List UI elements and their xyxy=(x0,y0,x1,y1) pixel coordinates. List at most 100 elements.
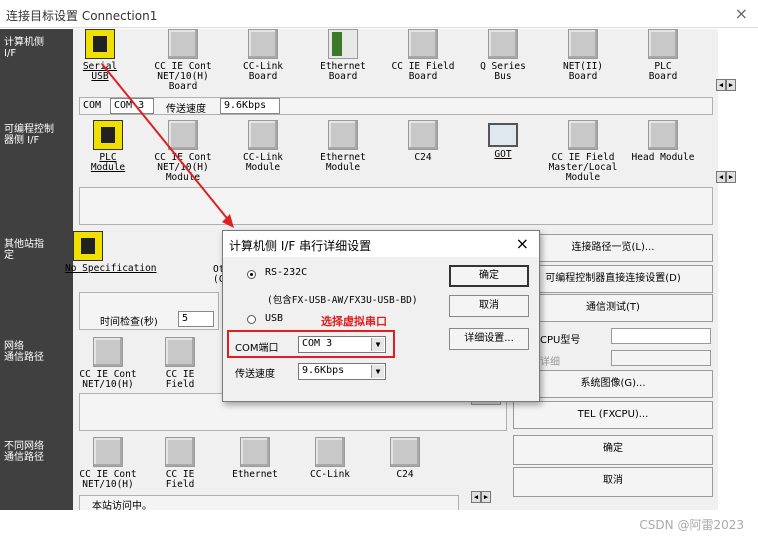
diff-network-c24[interactable]: C24 xyxy=(370,437,440,480)
speed-label: 传送速度 xyxy=(166,104,206,115)
module-icon xyxy=(328,120,358,150)
status-text: 本站访问中。 xyxy=(92,501,152,512)
chevron-down-icon: ▼ xyxy=(371,338,384,351)
diff-network-ethernet[interactable]: Ethernet xyxy=(220,437,290,480)
scroll-right-icon[interactable]: ▶ xyxy=(481,491,491,503)
cpu-type-label: CPU型号 xyxy=(540,335,581,346)
com-port-label: COM端口 xyxy=(235,343,279,354)
plc-if-c24[interactable]: C24 xyxy=(388,120,458,163)
diff-network-scroll[interactable]: ◀ ▶ xyxy=(471,491,493,503)
diff-network-cc-ie-field[interactable]: CC IE Field xyxy=(145,437,215,490)
network-icon xyxy=(93,437,123,467)
network-icon xyxy=(165,337,195,367)
main-ok-button[interactable]: 确定 xyxy=(513,435,713,465)
module-icon xyxy=(408,120,438,150)
chevron-down-icon: ▼ xyxy=(371,365,384,378)
diff-network-cc-ie-cont[interactable]: CC IE Cont NET/10(H) xyxy=(73,437,143,490)
com-port-select[interactable]: COM 3 ▼ xyxy=(298,336,386,353)
pc-if-ethernet-board[interactable]: Ethernet Board xyxy=(308,29,378,82)
plc-if-cc-ie-cont-module[interactable]: CC IE Cont NET/10(H) Module xyxy=(148,120,218,183)
label-network: 网络 通信路径 xyxy=(4,341,44,363)
rs232c-label: RS-232C xyxy=(265,267,308,278)
speed-value: 9.6Kbps xyxy=(220,98,280,114)
label-pc-if: 计算机侧 I/F xyxy=(4,37,44,59)
network-icon xyxy=(165,437,195,467)
annotation-text: 选择虚拟串口 xyxy=(321,315,387,328)
pc-if-cc-link-board[interactable]: CC-Link Board xyxy=(228,29,298,82)
dialog-detail-button[interactable]: 详细设置... xyxy=(449,328,529,350)
plc-if-ethernet-module[interactable]: Ethernet Module xyxy=(308,120,378,173)
connection-settings-window: 连接目标设置 Connection1 × 计算机侧 I/F 可编程控制 器侧 I… xyxy=(0,0,758,542)
cpu-type-field xyxy=(611,328,711,344)
plc-if-plc-module[interactable]: PLC Module xyxy=(73,120,143,173)
got-icon xyxy=(488,123,518,147)
module-icon xyxy=(248,120,278,150)
com-value: COM 3 xyxy=(110,98,154,114)
comm-test-button[interactable]: 通信测试(T) xyxy=(513,294,713,322)
module-icon xyxy=(568,120,598,150)
usb-radio[interactable] xyxy=(247,315,256,324)
rs232c-radio[interactable] xyxy=(247,270,256,279)
board-icon xyxy=(408,29,438,59)
scroll-right-icon[interactable]: ▶ xyxy=(726,79,736,91)
network-icon xyxy=(240,437,270,467)
plc-if-cc-ie-field-master[interactable]: CC IE Field Master/Local Module xyxy=(548,120,618,183)
dialog-ok-button[interactable]: 确定 xyxy=(449,265,529,287)
network-cc-ie-cont[interactable]: CC IE Cont NET/10(H) xyxy=(73,337,143,390)
network-cc-ie-field[interactable]: CC IE Field xyxy=(145,337,215,390)
dialog-close-icon[interactable]: × xyxy=(516,234,529,253)
other-station-strip: 时间检查(秒) 5 xyxy=(79,292,219,330)
speed-label: 传送速度 xyxy=(235,369,275,380)
plc-if-cc-link-module[interactable]: CC-Link Module xyxy=(228,120,298,173)
dialog-cancel-button[interactable]: 取消 xyxy=(449,295,529,317)
watermark: CSDN @阿雷2023 xyxy=(639,518,744,532)
pc-if-cc-ie-cont-board[interactable]: CC IE Cont NET/10(H) Board xyxy=(148,29,218,92)
pc-if-net-ii-board[interactable]: NET(II) Board xyxy=(548,29,618,82)
path-list-button[interactable]: 连接路径一览(L)... xyxy=(513,234,713,262)
scroll-left-icon[interactable]: ◀ xyxy=(716,79,726,91)
pc-if-info-strip: COM COM 3 传送速度 9.6Kbps xyxy=(79,97,713,115)
diff-network-cc-link[interactable]: CC-Link xyxy=(295,437,365,480)
plc-if-got[interactable]: GOT xyxy=(468,120,538,160)
board-icon xyxy=(248,29,278,59)
close-icon[interactable]: × xyxy=(735,4,748,23)
ethernet-board-icon xyxy=(328,29,358,59)
serial-usb-icon xyxy=(85,29,115,59)
module-icon xyxy=(648,120,678,150)
scroll-left-icon[interactable]: ◀ xyxy=(716,171,726,183)
scroll-right-icon[interactable]: ▶ xyxy=(726,171,736,183)
status-strip: 本站访问中。 xyxy=(79,495,459,512)
check-time-label: 时间检查(秒) xyxy=(100,317,158,328)
board-icon xyxy=(568,29,598,59)
pc-if-scroll[interactable]: ◀ ▶ xyxy=(716,79,738,91)
serial-detail-dialog: 计算机侧 I/F 串行详细设置 × RS-232C (包含FX-USB-AW/F… xyxy=(222,230,540,402)
dialog-title: 计算机侧 I/F 串行详细设置 xyxy=(229,239,372,253)
network-icon xyxy=(390,437,420,467)
window-title: 连接目标设置 Connection1 xyxy=(6,9,158,23)
plc-if-head-module[interactable]: Head Module xyxy=(628,120,698,163)
other-station-no-spec[interactable]: No Specification xyxy=(65,231,175,274)
network-icon xyxy=(93,337,123,367)
pc-if-cc-ie-field-board[interactable]: CC IE Field Board xyxy=(388,29,458,82)
board-icon xyxy=(488,29,518,59)
pc-if-plc-board[interactable]: PLC Board xyxy=(628,29,698,82)
label-plc-if: 可编程控制 器侧 I/F xyxy=(4,124,54,146)
tel-fxcpu-button[interactable]: TEL (FXCPU)... xyxy=(513,401,713,429)
scroll-left-icon[interactable]: ◀ xyxy=(471,491,481,503)
no-spec-icon xyxy=(73,231,103,261)
check-time-input[interactable]: 5 xyxy=(178,311,214,327)
plc-if-info-strip xyxy=(79,187,713,225)
direct-plc-connect-button[interactable]: 可编程控制器直接连接设置(D) xyxy=(513,265,713,293)
board-icon xyxy=(168,29,198,59)
plc-if-scroll[interactable]: ◀ ▶ xyxy=(716,171,738,183)
system-image-button[interactable]: 系统图像(G)... xyxy=(513,370,713,398)
title-bar: 连接目标设置 Connection1 × xyxy=(0,0,758,28)
rs232c-note: (包含FX-USB-AW/FX3U-USB-BD) xyxy=(267,295,418,306)
pc-if-q-series-bus[interactable]: Q Series Bus xyxy=(468,29,538,82)
pc-if-serial-usb[interactable]: Serial USB xyxy=(65,29,135,82)
label-diff-network: 不同网络 通信路径 xyxy=(4,441,44,463)
com-label: COM xyxy=(83,100,102,111)
speed-select[interactable]: 9.6Kbps ▼ xyxy=(298,363,386,380)
usb-label: USB xyxy=(265,313,284,324)
main-cancel-button[interactable]: 取消 xyxy=(513,467,713,497)
